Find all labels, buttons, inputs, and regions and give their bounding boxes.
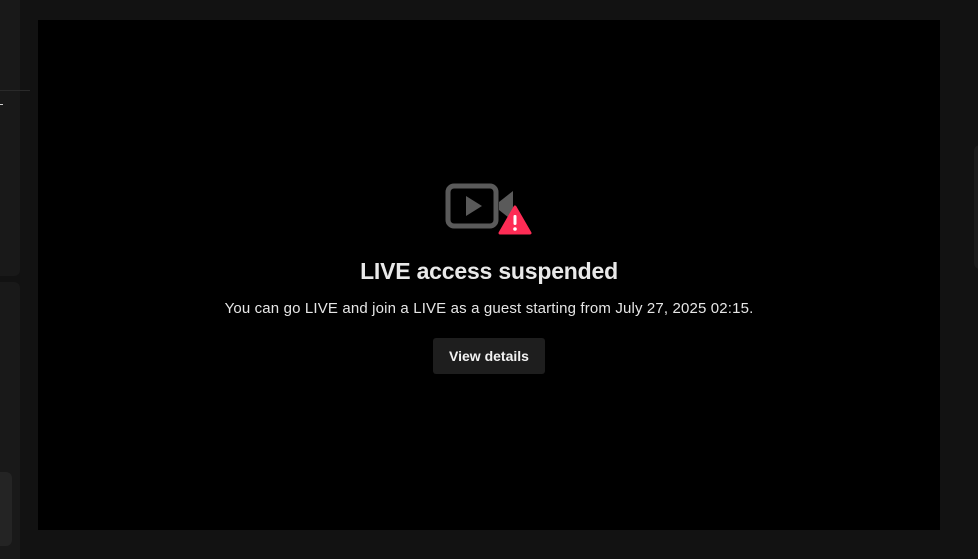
left-panel-indicator <box>0 104 3 105</box>
view-details-button[interactable]: View details <box>433 338 545 374</box>
left-panel-card[interactable] <box>0 472 12 546</box>
video-camera-warning-icon <box>444 180 534 240</box>
left-side-panel-lower <box>0 282 20 559</box>
notice-title: LIVE access suspended <box>360 258 618 284</box>
notice-message: You can go LIVE and join a LIVE as a gue… <box>224 300 754 317</box>
right-side-panel <box>974 145 978 269</box>
left-panel-divider <box>0 90 30 91</box>
left-side-panel <box>0 0 30 276</box>
app-frame: LIVE access suspended You can go LIVE an… <box>0 0 978 559</box>
suspension-notice: LIVE access suspended You can go LIVE an… <box>38 180 940 374</box>
live-video-player: LIVE access suspended You can go LIVE an… <box>38 20 940 530</box>
